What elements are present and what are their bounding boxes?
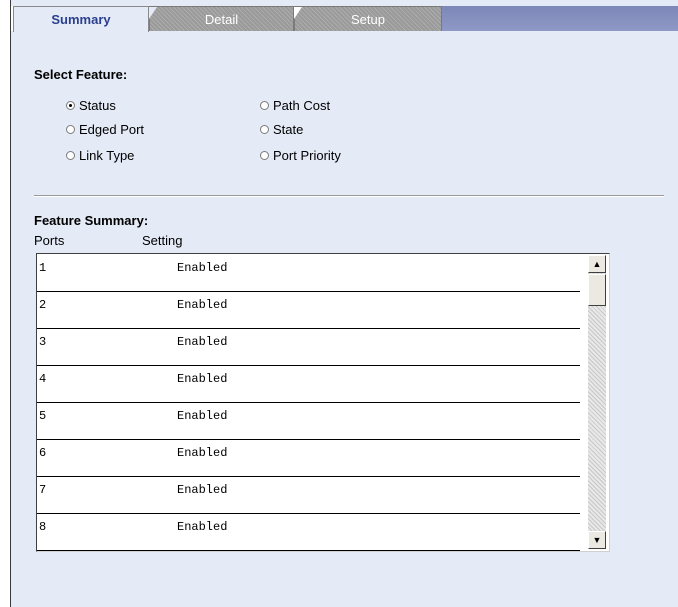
port-setting: Enabled [177, 446, 228, 460]
radio-label: Port Priority [273, 147, 341, 163]
scroll-down-button[interactable]: ▼ [588, 531, 606, 549]
port-setting: Enabled [177, 409, 228, 423]
radio-path-cost[interactable]: Path Cost [260, 97, 330, 113]
port-number: 3 [39, 335, 47, 349]
list-item[interactable]: 2 Enabled [37, 291, 580, 329]
port-setting: Enabled [177, 483, 228, 497]
radio-label: Status [79, 97, 116, 113]
radio-label: Link Type [79, 147, 135, 163]
vertical-scrollbar[interactable]: ▲ ▼ [588, 255, 606, 549]
port-setting: Enabled [177, 372, 228, 386]
scroll-up-button[interactable]: ▲ [588, 255, 606, 273]
down-arrow-icon: ▼ [592, 535, 602, 545]
radio-status[interactable]: Status [66, 97, 116, 113]
port-number: 7 [39, 483, 47, 497]
radio-state[interactable]: State [260, 121, 303, 137]
radio-label: Edged Port [79, 121, 145, 137]
radio-button-icon [260, 100, 269, 110]
radio-label: State [273, 121, 304, 137]
list-item[interactable]: 7 Enabled [37, 476, 580, 514]
list-item[interactable]: 1 Enabled [37, 254, 580, 292]
list-item[interactable]: 3 Enabled [37, 328, 580, 366]
port-setting: Enabled [177, 520, 228, 534]
up-arrow-icon: ▲ [592, 259, 602, 269]
list-item[interactable]: 5 Enabled [37, 402, 580, 440]
radio-port-priority[interactable]: Port Priority [260, 147, 341, 163]
port-number: 5 [39, 409, 47, 423]
tab-strip-filler [442, 6, 678, 31]
feature-summary-heading: Feature Summary: [34, 213, 149, 228]
radio-button-icon [66, 124, 75, 134]
scroll-thumb[interactable] [588, 274, 606, 306]
column-header-ports: Ports [34, 233, 65, 248]
port-number: 8 [39, 520, 47, 534]
section-divider [34, 195, 664, 197]
tab-summary[interactable]: Summary [13, 6, 149, 32]
content-panel: Summary Detail Setup Select Feature: Sta… [10, 0, 678, 607]
list-item[interactable]: 4 Enabled [37, 365, 580, 403]
port-number: 2 [39, 298, 47, 312]
port-setting: Enabled [177, 261, 228, 275]
select-feature-heading: Select Feature: [34, 67, 128, 82]
port-number: 6 [39, 446, 47, 460]
tab-bar: Summary Detail Setup [11, 6, 678, 32]
port-number: 1 [39, 261, 47, 275]
column-header-setting: Setting [142, 233, 183, 248]
radio-link-type[interactable]: Link Type [66, 147, 134, 163]
radio-button-icon [260, 124, 269, 134]
port-setting: Enabled [177, 298, 228, 312]
radio-button-icon [260, 150, 269, 160]
list-item[interactable]: 8 Enabled [37, 513, 580, 551]
tab-setup[interactable]: Setup [294, 6, 442, 31]
port-setting: Enabled [177, 335, 228, 349]
radio-label: Path Cost [273, 97, 331, 113]
tab-detail[interactable]: Detail [149, 6, 294, 31]
feature-summary-list[interactable]: 1 Enabled 2 Enabled 3 Enabled 4 Enabled … [36, 253, 610, 552]
list-item[interactable]: 6 Enabled [37, 439, 580, 477]
radio-button-icon [66, 150, 75, 160]
radio-button-icon [66, 100, 75, 110]
radio-edged-port[interactable]: Edged Port [66, 121, 144, 137]
port-number: 4 [39, 372, 47, 386]
